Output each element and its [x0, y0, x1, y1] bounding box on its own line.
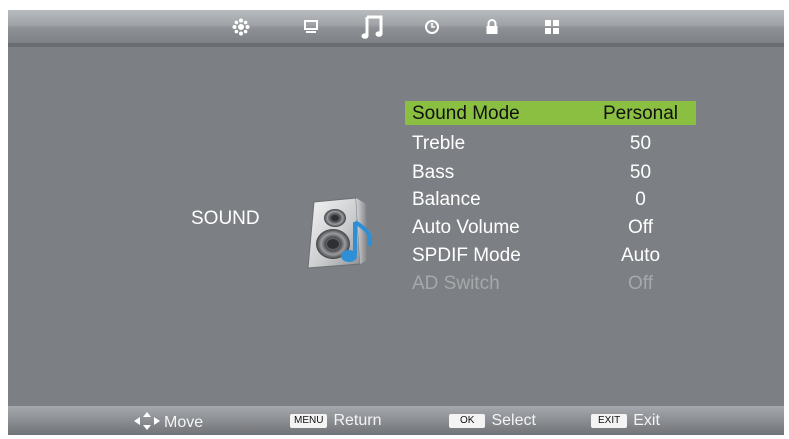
grid-icon[interactable] — [541, 16, 563, 38]
menu-row-label: Sound Mode — [412, 103, 520, 124]
lock-icon[interactable] — [481, 16, 503, 38]
menu-row-label: Auto Volume — [412, 217, 520, 238]
menu-row-label: SPDIF Mode — [412, 245, 521, 266]
hint-exit-label: Exit — [633, 412, 660, 429]
menu-key: MENU — [290, 414, 328, 428]
menu-row-value: Off — [628, 217, 653, 238]
hint-return-label: Return — [333, 412, 382, 429]
menu-row-bass[interactable]: Bass 50 — [405, 160, 696, 184]
exit-key: EXIT — [591, 414, 628, 428]
menu-row-value: Off — [628, 273, 653, 294]
hint-return: MENU Return — [290, 412, 381, 430]
hint-move: Move — [134, 412, 204, 431]
monitor-icon[interactable] — [300, 16, 322, 38]
menu-row-label: Treble — [412, 133, 466, 154]
hint-select: OK Select — [449, 412, 536, 430]
menu-row-value: 50 — [629, 162, 652, 183]
menu-row-value: 50 — [629, 133, 652, 154]
menu-row-spdif-mode[interactable]: SPDIF Mode Auto — [405, 243, 696, 267]
tv-menu-screen: SOUND Sound Mode Personal Treble 50 Bass… — [8, 10, 784, 435]
menu-row-label: AD Switch — [412, 273, 500, 294]
hint-select-label: Select — [491, 412, 536, 429]
category-bar — [8, 10, 784, 43]
top-separator — [8, 43, 784, 47]
music-note-icon[interactable] — [360, 13, 386, 41]
menu-row-value: Personal — [603, 103, 678, 124]
menu-row-value: Auto — [620, 245, 661, 266]
section-title: SOUND — [191, 208, 260, 229]
hint-exit: EXIT Exit — [591, 412, 660, 430]
direction-arrows-icon — [134, 412, 160, 430]
menu-row-ad-switch: AD Switch Off — [405, 271, 696, 295]
menu-row-sound-mode[interactable]: Sound Mode Personal — [405, 101, 696, 125]
menu-row-auto-volume[interactable]: Auto Volume Off — [405, 215, 696, 239]
picture-settings-icon[interactable] — [230, 16, 252, 38]
hint-move-label: Move — [164, 414, 204, 431]
ok-key: OK — [449, 414, 486, 428]
menu-row-treble[interactable]: Treble 50 — [405, 131, 696, 155]
help-bar: Move MENU Return OK Select EXIT Exit — [8, 406, 784, 435]
menu-row-label: Balance — [412, 189, 481, 210]
menu-row-value: 0 — [635, 189, 646, 210]
menu-row-balance[interactable]: Balance 0 — [405, 187, 696, 211]
menu-row-label: Bass — [412, 162, 455, 183]
clock-icon[interactable] — [421, 16, 443, 38]
speaker-icon — [300, 196, 380, 277]
